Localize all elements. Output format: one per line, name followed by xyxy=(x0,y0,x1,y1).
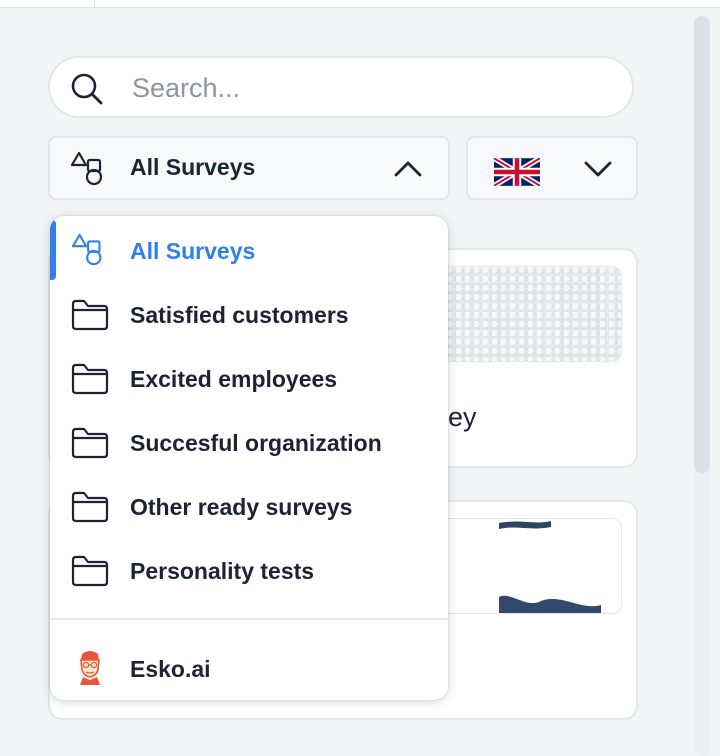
dropdown-item-other-ready-surveys[interactable]: Other ready surveys xyxy=(50,474,448,538)
folder-icon xyxy=(71,555,109,587)
survey-card-title: ey xyxy=(448,402,477,432)
survey-filter-label: All Surveys xyxy=(130,154,256,180)
shapes-icon xyxy=(71,233,102,266)
shapes-icon xyxy=(70,151,103,186)
language-select[interactable] xyxy=(466,136,638,200)
dropdown-divider xyxy=(50,618,448,620)
dropdown-item-satisfied-customers[interactable]: Satisfied customers xyxy=(50,282,448,346)
dropdown-item-personality-tests[interactable]: Personality tests xyxy=(50,538,448,602)
search-input[interactable] xyxy=(130,68,614,108)
scrollbar-thumb[interactable] xyxy=(694,16,710,473)
dropdown-item-label: Esko.ai xyxy=(130,656,211,682)
chevron-down-icon xyxy=(584,161,612,177)
chevron-up-icon xyxy=(394,161,422,177)
folder-icon xyxy=(71,363,109,395)
dropdown-item-succesful-organization[interactable]: Succesful organization xyxy=(50,410,448,474)
dropdown-item-label: Other ready surveys xyxy=(130,494,353,520)
dropdown-item-excited-employees[interactable]: Excited employees xyxy=(50,346,448,410)
dropdown-item-label: Succesful organization xyxy=(130,430,382,456)
active-indicator xyxy=(50,220,56,280)
uk-flag-icon xyxy=(494,158,540,186)
dropdown-item-label: Excited employees xyxy=(130,366,338,392)
folder-icon xyxy=(71,299,109,331)
survey-filter-dropdown: All Surveys Satisfied customers Excited … xyxy=(50,216,448,700)
survey-filter-select[interactable]: All Surveys xyxy=(48,136,450,200)
top-bar-divider xyxy=(94,0,95,7)
search-icon xyxy=(71,73,103,105)
top-bar xyxy=(0,0,720,8)
dropdown-item-label: Personality tests xyxy=(130,558,315,584)
scrollbar[interactable] xyxy=(688,8,720,756)
dropdown-item-esko-ai[interactable]: Esko.ai xyxy=(50,636,448,700)
dropdown-item-label: Satisfied customers xyxy=(130,302,349,328)
dropdown-item-all-surveys[interactable]: All Surveys xyxy=(50,218,448,282)
folder-icon xyxy=(71,427,109,459)
folder-icon xyxy=(71,491,109,523)
esko-avatar-icon xyxy=(80,651,100,685)
search-box[interactable] xyxy=(48,56,634,118)
dropdown-item-label: All Surveys xyxy=(130,238,256,264)
